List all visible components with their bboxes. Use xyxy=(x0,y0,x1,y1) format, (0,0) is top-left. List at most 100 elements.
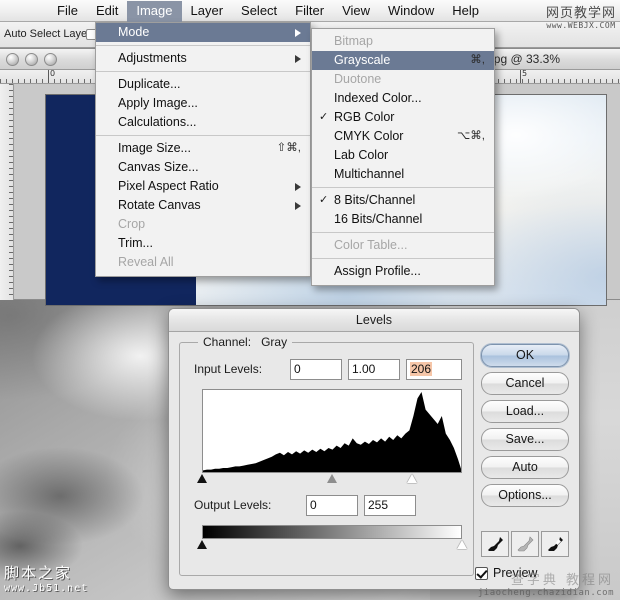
mode-color-table: Color Table... xyxy=(312,236,494,255)
image-menu-pixel-aspect-ratio[interactable]: Pixel Aspect Ratio xyxy=(96,177,310,196)
levels-dialog[interactable]: Levels Channel: Gray Input Levels: 0 1.0… xyxy=(168,308,580,590)
image-menu-image-size[interactable]: Image Size... ⇧⌘, xyxy=(96,139,310,158)
image-menu-calculations[interactable]: Calculations... xyxy=(96,113,310,132)
levels-dialog-body: Channel: Gray Input Levels: 0 1.00 206 O… xyxy=(169,332,579,590)
menu-layer[interactable]: Layer xyxy=(182,1,233,22)
output-black-slider-handle[interactable] xyxy=(197,540,207,549)
ruler-label-origin: 0 xyxy=(50,69,56,78)
image-menu-mode[interactable]: Mode xyxy=(96,23,310,42)
image-menu-crop: Crop xyxy=(96,215,310,234)
image-menu-item-label: Mode xyxy=(118,25,150,39)
menu-file[interactable]: File xyxy=(48,1,87,22)
mode-item-label: Grayscale xyxy=(334,53,391,67)
cancel-button[interactable]: Cancel xyxy=(481,372,569,395)
input-black-field[interactable]: 0 xyxy=(290,359,342,380)
image-menu-apply-image[interactable]: Apply Image... xyxy=(96,94,310,113)
input-white-field[interactable]: 206 xyxy=(406,359,462,380)
image-menu-trim[interactable]: Trim... xyxy=(96,234,310,253)
image-menu-item-label: Duplicate... xyxy=(118,77,181,91)
mode-assign-profile[interactable]: Assign Profile... xyxy=(312,262,494,281)
menu-select[interactable]: Select xyxy=(232,1,286,22)
photoshop-screenshot: s_297.jpg @ 33.3% 0 5 Auto Select Layer … xyxy=(0,0,620,600)
auto-button[interactable]: Auto xyxy=(481,456,569,479)
mode-item-label: CMYK Color xyxy=(334,129,404,143)
menu-filter[interactable]: Filter xyxy=(286,1,333,22)
mode-submenu[interactable]: Bitmap Grayscale ⌘, Duotone Indexed Color...… xyxy=(311,28,495,286)
image-menu-adjustments[interactable]: Adjustments xyxy=(96,49,310,68)
input-white-slider-handle[interactable] xyxy=(406,474,417,483)
mode-item-label: Color Table... xyxy=(334,238,408,252)
channel-legend: Channel: Gray xyxy=(198,335,293,349)
mode-item-label: Multichannel xyxy=(334,167,405,181)
image-menu-item-label: Reveal All xyxy=(118,255,174,269)
levels-button-column: OK Cancel Load... Save... Auto Options... xyxy=(481,344,569,512)
watermark-top-right-cn: 网页教学网 xyxy=(545,6,616,21)
check-icon: ✓ xyxy=(319,194,329,206)
gray-point-eyedropper[interactable] xyxy=(511,531,539,557)
image-menu-rotate-canvas[interactable]: Rotate Canvas xyxy=(96,196,310,215)
mode-indexed-color[interactable]: Indexed Color... xyxy=(312,89,494,108)
image-menu-item-label: Apply Image... xyxy=(118,96,198,110)
input-levels-row: Input Levels: 0 1.00 206 xyxy=(194,359,462,380)
menu-shortcut: ⌥⌘, xyxy=(457,130,485,142)
output-levels-row: Output Levels: 0 255 xyxy=(194,495,464,516)
vertical-ruler[interactable] xyxy=(0,84,14,300)
mode-grayscale[interactable]: Grayscale ⌘, xyxy=(312,51,494,70)
mode-item-label: 8 Bits/Channel xyxy=(334,193,416,207)
image-menu-canvas-size[interactable]: Canvas Size... xyxy=(96,158,310,177)
mode-item-label: Duotone xyxy=(334,72,382,86)
submenu-arrow-icon xyxy=(295,183,301,191)
image-menu-item-label: Pixel Aspect Ratio xyxy=(118,179,219,193)
watermark-bottom-left-cn: 脚本之家 xyxy=(4,564,73,582)
save-button[interactable]: Save... xyxy=(481,428,569,451)
window-controls[interactable] xyxy=(6,53,57,66)
white-point-eyedropper[interactable] xyxy=(541,531,569,557)
auto-select-layer-label: Auto Select Layer xyxy=(4,28,91,40)
watermark-bottom-left: 脚本之家 www.Jb51.net xyxy=(4,562,88,594)
mode-separator xyxy=(312,187,494,188)
mode-multichannel[interactable]: Multichannel xyxy=(312,165,494,184)
mode-item-label: Indexed Color... xyxy=(334,91,422,105)
close-icon[interactable] xyxy=(6,53,19,66)
zoom-icon[interactable] xyxy=(44,53,57,66)
black-point-eyedropper[interactable] xyxy=(481,531,509,557)
minimize-icon[interactable] xyxy=(25,53,38,66)
menu-shortcut: ⇧⌘, xyxy=(276,142,301,154)
output-levels-slider[interactable] xyxy=(197,540,467,552)
mode-16-bits-channel[interactable]: 16 Bits/Channel xyxy=(312,210,494,229)
menu-edit[interactable]: Edit xyxy=(87,1,127,22)
load-button[interactable]: Load... xyxy=(481,400,569,423)
channel-label: Channel: xyxy=(203,335,252,349)
submenu-arrow-icon xyxy=(295,55,301,63)
watermark-top-right: 网页教学网 www.WEBJX.COM xyxy=(546,2,616,30)
output-white-field[interactable]: 255 xyxy=(364,495,416,516)
ok-button[interactable]: OK xyxy=(481,344,569,367)
channel-value[interactable]: Gray xyxy=(261,335,287,349)
menu-bar: File Edit Image Layer Select Filter View Window… xyxy=(0,0,620,30)
output-levels-label: Output Levels: xyxy=(194,498,272,512)
output-black-field[interactable]: 0 xyxy=(306,495,358,516)
image-menu-duplicate[interactable]: Duplicate... xyxy=(96,75,310,94)
input-gamma-field[interactable]: 1.00 xyxy=(348,359,400,380)
menu-window[interactable]: Window xyxy=(379,1,443,22)
input-gamma-slider-handle[interactable] xyxy=(327,474,337,483)
output-white-slider-handle[interactable] xyxy=(457,540,467,549)
input-levels-label: Input Levels: xyxy=(194,362,263,376)
image-menu-item-label: Crop xyxy=(118,217,146,231)
mode-8-bits-channel[interactable]: ✓ 8 Bits/Channel xyxy=(312,191,494,210)
mode-lab-color[interactable]: Lab Color xyxy=(312,146,494,165)
input-black-slider-handle[interactable] xyxy=(197,474,207,483)
mode-cmyk-color[interactable]: CMYK Color ⌥⌘, xyxy=(312,127,494,146)
menu-help[interactable]: Help xyxy=(443,1,488,22)
menu-image[interactable]: Image xyxy=(127,0,182,22)
output-gradient-bar xyxy=(202,525,462,539)
watermark-bottom-left-en: www.Jb51.net xyxy=(4,583,89,594)
mode-rgb-color[interactable]: ✓ RGB Color xyxy=(312,108,494,127)
options-button[interactable]: Options... xyxy=(481,484,569,507)
menu-view[interactable]: View xyxy=(333,1,379,22)
image-menu-separator xyxy=(96,71,310,72)
input-levels-slider[interactable] xyxy=(197,474,462,487)
histogram-plot xyxy=(203,392,461,472)
image-menu-dropdown[interactable]: Mode Adjustments Duplicate... Apply Image..… xyxy=(95,22,311,277)
watermark-bottom-right: 查字典 教程网 jiaocheng.chazidian.com xyxy=(478,569,614,598)
